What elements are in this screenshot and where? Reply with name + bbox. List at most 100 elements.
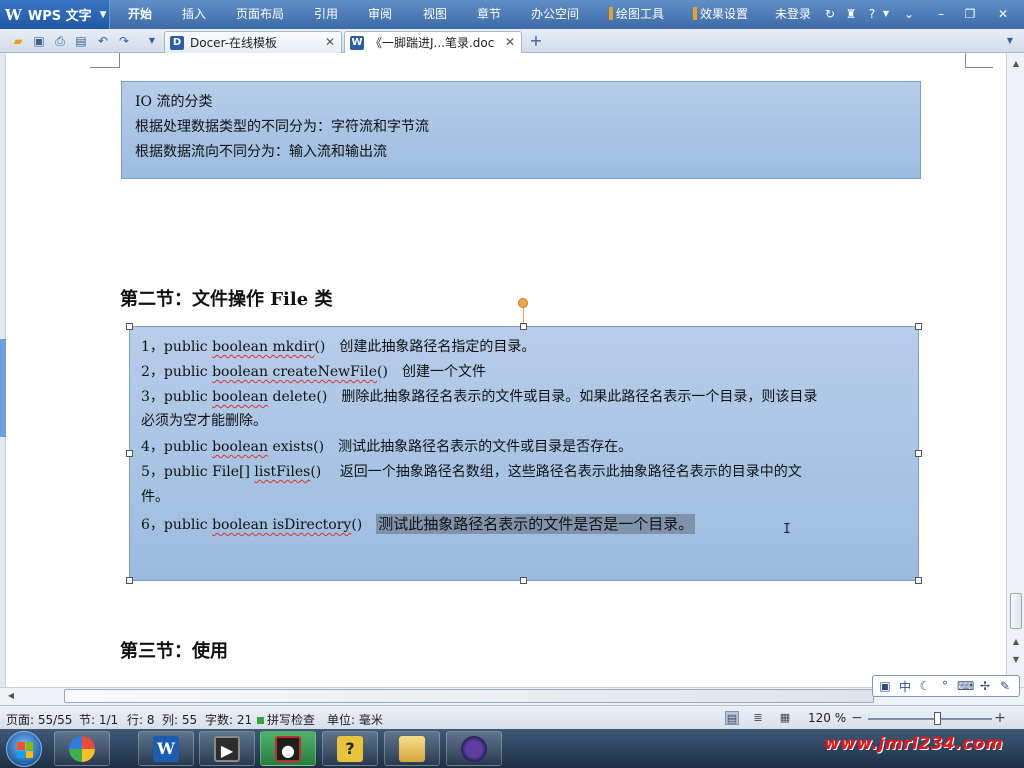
tab-list-chevron-icon[interactable]: ▼	[1003, 34, 1017, 48]
ime-mode-toggle[interactable]: 中	[897, 678, 913, 695]
ime-menu-icon[interactable]: ✢	[977, 679, 993, 693]
taskbar-app-capture[interactable]: ●	[260, 731, 316, 766]
spelling-error[interactable]: boolean	[212, 389, 268, 405]
word-count[interactable]: 字数: 21	[205, 711, 252, 728]
close-tab-icon[interactable]: ✕	[325, 35, 335, 49]
taskbar-app-paint[interactable]	[54, 731, 110, 766]
rotation-handle[interactable]	[518, 298, 528, 308]
vertical-scrollbar[interactable]: ▲ ▲ ▼	[1006, 53, 1024, 687]
page-corner-mark	[90, 53, 120, 68]
tab-page-layout[interactable]: 页面布局	[236, 0, 284, 29]
page-corner-mark	[965, 53, 993, 68]
ime-settings-icon[interactable]: ✎	[997, 679, 1013, 693]
column-indicator: 列: 55	[162, 713, 198, 727]
punctuation-icon[interactable]: °	[937, 679, 953, 693]
tab-view[interactable]: 视图	[423, 0, 447, 29]
tab-label: Docer-在线模板	[190, 36, 278, 50]
open-folder-icon[interactable]: ▰	[11, 34, 25, 48]
half-width-icon[interactable]: ☾	[917, 679, 933, 693]
zoom-slider[interactable]	[868, 718, 992, 720]
resize-handle[interactable]	[915, 450, 922, 457]
zoom-in-icon[interactable]: +	[993, 711, 1007, 725]
horizontal-scrollbar[interactable]: ◀	[0, 687, 1024, 705]
collapse-ribbon-icon[interactable]: ⌄	[901, 7, 917, 21]
tab-drawing-tools[interactable]: 绘图工具	[609, 0, 664, 29]
redo-icon[interactable]: ↷	[117, 34, 131, 48]
docer-icon: D	[170, 35, 184, 50]
taskbar-app-explorer[interactable]	[384, 731, 440, 766]
row-indicator: 行: 8	[127, 713, 155, 727]
zoom-level[interactable]: 120 %	[808, 711, 846, 725]
close-icon[interactable]: ✕	[995, 7, 1011, 21]
resize-handle[interactable]	[520, 577, 527, 584]
document-canvas[interactable]: IO 流的分类 根据处理数据类型的不同分为：字符流和字节流 根据数据流向不同分为…	[0, 53, 1006, 687]
color-palette-icon	[69, 735, 95, 762]
tab-effect-settings[interactable]: 效果设置	[693, 0, 748, 29]
resize-handle[interactable]	[126, 577, 133, 584]
skin-icon[interactable]: ♜	[843, 7, 859, 21]
app-name: WPS 文字	[27, 9, 92, 24]
sync-icon[interactable]: ↻	[822, 7, 838, 21]
new-tab-icon[interactable]: +	[529, 33, 543, 49]
tab-review[interactable]: 审阅	[368, 0, 392, 29]
web-view-icon[interactable]: ▦	[778, 711, 792, 725]
unit-indicator[interactable]: 单位: 毫米	[327, 711, 383, 728]
help-menu-chevron-icon[interactable]: ▼	[878, 7, 894, 21]
restore-icon[interactable]: ❐	[962, 7, 978, 21]
page-indicator[interactable]: 页面: 55/55	[6, 711, 72, 728]
print-icon[interactable]: ⎙	[53, 34, 67, 48]
login-status[interactable]: 未登录	[775, 0, 811, 29]
windows-logo-icon	[17, 742, 33, 758]
outline-view-icon[interactable]: ≣	[751, 711, 765, 725]
text-cursor-icon: I	[783, 522, 791, 537]
selected-text[interactable]: 测试此抽象路径名表示的文件是否是一个目录。	[376, 514, 696, 534]
ime-logo-icon[interactable]: ▣	[877, 679, 893, 693]
taskbar-app-eclipse[interactable]	[446, 731, 502, 766]
resize-handle[interactable]	[915, 577, 922, 584]
tab-current-document[interactable]: W 《一脚踹进J...笔录.doc ✕	[344, 31, 522, 53]
wps-writer-icon: W	[153, 735, 179, 762]
previous-page-icon[interactable]: ▲	[1009, 635, 1023, 649]
tab-insert[interactable]: 插入	[182, 0, 206, 29]
scrollbar-thumb[interactable]	[64, 689, 874, 703]
quick-access-menu-icon[interactable]: ▼	[145, 34, 159, 48]
spelling-error[interactable]: boolean	[212, 439, 268, 455]
tab-docer-templates[interactable]: D Docer-在线模板 ✕	[164, 31, 342, 53]
tab-chapter[interactable]: 章节	[477, 0, 501, 29]
spelling-error[interactable]: boolean mkdir	[212, 339, 314, 355]
resize-handle[interactable]	[126, 450, 133, 457]
scroll-down-icon[interactable]: ▼	[1009, 653, 1023, 667]
taskbar-app-wps-writer[interactable]: W	[138, 731, 194, 766]
spelling-error[interactable]: listFiles	[254, 464, 310, 480]
text-box-file-methods[interactable]: 1，public boolean mkdir() 创建此抽象路径名指定的目录。 …	[129, 326, 919, 581]
ime-toolbar[interactable]: ▣ 中 ☾ ° ⌨ ✢ ✎	[872, 675, 1020, 697]
spell-check-toggle[interactable]: 拼写检查	[257, 711, 315, 728]
scrollbar-thumb[interactable]	[1010, 593, 1022, 629]
tab-home[interactable]: 开始	[128, 0, 152, 29]
zoom-slider-thumb[interactable]	[933, 712, 941, 725]
spelling-error[interactable]: boolean createNewFile	[212, 364, 377, 380]
taskbar-app-recorder[interactable]: ▶	[199, 731, 255, 766]
minimize-icon[interactable]: –	[933, 7, 949, 21]
tab-label: 《一脚踹进J...笔录.doc	[370, 36, 495, 50]
taskbar-app-help[interactable]: ?	[322, 731, 378, 766]
scroll-up-icon[interactable]: ▲	[1009, 57, 1023, 71]
tab-office-space[interactable]: 办公空间	[531, 0, 579, 29]
scroll-left-icon[interactable]: ◀	[4, 689, 18, 703]
text-box-io-streams[interactable]: IO 流的分类 根据处理数据类型的不同分为：字符流和字节流 根据数据流向不同分为…	[121, 81, 921, 179]
app-menu-button[interactable]: W WPS 文字 ▼	[0, 0, 110, 29]
resize-handle[interactable]	[520, 323, 527, 330]
start-button[interactable]	[6, 731, 42, 767]
close-tab-icon[interactable]: ✕	[505, 35, 515, 49]
keyboard-icon[interactable]: ⌨	[957, 679, 974, 693]
tab-references[interactable]: 引用	[314, 0, 338, 29]
undo-icon[interactable]: ↶	[96, 34, 110, 48]
resize-handle[interactable]	[915, 323, 922, 330]
resize-handle[interactable]	[126, 323, 133, 330]
zoom-out-icon[interactable]: −	[850, 711, 864, 725]
print-preview-icon[interactable]: ▤	[74, 34, 88, 48]
spelling-error[interactable]: boolean isDirectory	[212, 517, 351, 533]
page-view-icon[interactable]: ▤	[725, 711, 739, 725]
save-icon[interactable]: ▣	[32, 34, 46, 48]
text-line: 根据处理数据类型的不同分为：字符流和字节流	[135, 119, 429, 135]
